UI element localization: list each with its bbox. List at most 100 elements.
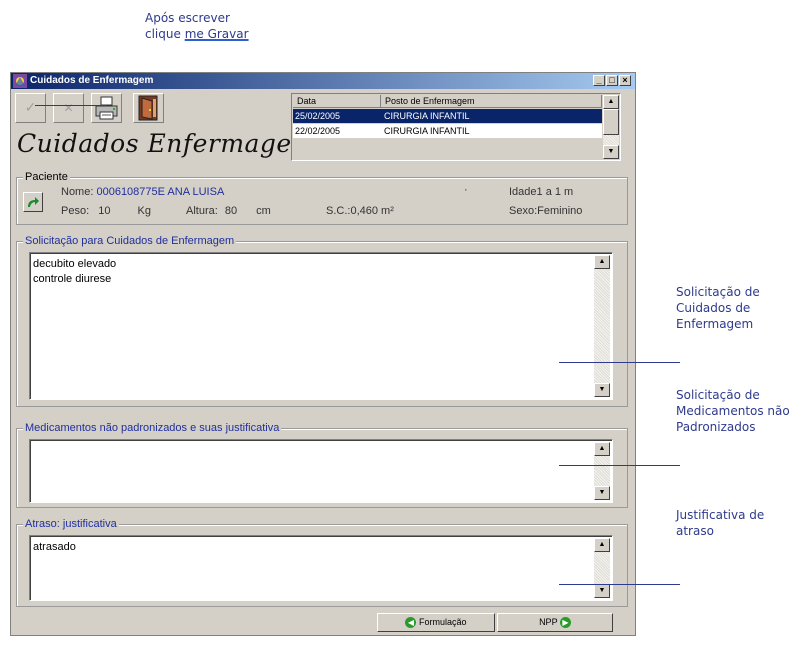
row-post: CIRURGIA INFANTIL [384, 111, 470, 121]
patient-height: Altura: 80 cm [186, 205, 271, 217]
annotation-delay-line: Justificativa de [676, 508, 765, 522]
weight-unit: Kg [137, 205, 151, 217]
annotation-care-line: Cuidados de [676, 301, 751, 315]
annotation-meds-line: Padronizados [676, 420, 756, 434]
delay-group: Atraso: justificativa atrasado ▲ ▼ [16, 517, 628, 607]
annotation-meds-line: Medicamentos não [676, 404, 790, 418]
delay-scrollbar[interactable]: ▲ ▼ [594, 538, 610, 598]
patient-sex: Sexo:Feminino [509, 205, 582, 217]
annotation-line-delay [559, 584, 680, 585]
scroll-up-arrow-icon[interactable]: ▲ [594, 442, 610, 456]
npp-button[interactable]: NPP ▶ [497, 613, 613, 632]
scroll-up-arrow-icon[interactable]: ▲ [594, 255, 610, 269]
table-row[interactable]: 25/02/2005 CIRURGIA INFANTIL [293, 109, 602, 123]
history-grid[interactable]: Data Posto de Enfermagem 25/02/2005 CIRU… [291, 93, 621, 161]
print-button[interactable] [91, 93, 122, 123]
patient-age: Idade1 a 1 m [509, 186, 573, 198]
delay-legend: Atraso: justificativa [23, 517, 119, 531]
meds-group: Medicamentos não padronizados e suas jus… [16, 421, 628, 508]
care-request-legend: Solicitação para Cuidados de Enfermagem [23, 234, 237, 248]
check-icon: ✓ [24, 100, 37, 116]
column-header-post[interactable]: Posto de Enfermagem [381, 95, 602, 108]
patient-weight: Peso: 10 Kg [61, 205, 151, 217]
patient-select-button[interactable] [23, 192, 43, 212]
sex-value: Feminino [537, 205, 583, 217]
weight-value: 10 [98, 205, 111, 217]
scroll-thumb[interactable] [603, 109, 619, 135]
arrow-left-icon: ◀ [405, 617, 417, 629]
annotation-delay-line: atraso [676, 524, 714, 538]
annotation-meds-line: Solicitação de [676, 388, 760, 402]
meds-textarea[interactable]: ▲ ▼ [29, 439, 613, 503]
annotation-care: Solicitação de Cuidados de Enfermagem [676, 284, 760, 332]
scroll-down-arrow-icon[interactable]: ▼ [594, 584, 610, 598]
delay-text: atrasado [33, 541, 76, 553]
weight-label: Peso: [61, 205, 90, 217]
table-row[interactable]: 22/02/2005 CIRURGIA INFANTIL [293, 124, 602, 138]
green-arrow-icon [28, 197, 39, 207]
arrow-right-icon: ▶ [559, 617, 571, 629]
row-date: 25/02/2005 [295, 111, 341, 121]
cancel-button[interactable]: ✕ [53, 93, 84, 123]
cancel-icon: ✕ [63, 101, 74, 115]
annotation-top-line2: clique me Gravar [145, 27, 249, 41]
row-post: CIRURGIA INFANTIL [384, 126, 470, 136]
history-scrollbar[interactable]: ▲ ▼ [603, 95, 619, 159]
npp-label: NPP [539, 617, 558, 627]
row-date: 22/02/2005 [295, 126, 341, 136]
care-request-textarea[interactable]: decubito elevado controle diurese ▲ ▼ [29, 252, 613, 400]
app-window: Cuidados de Enfermagem _ □ × ✓ ✕ Cuidado… [10, 72, 636, 636]
meds-scrollbar[interactable]: ▲ ▼ [594, 442, 610, 500]
annotation-top-line1: Após escrever [145, 11, 230, 25]
page-title: Cuidados Enfermagem [17, 129, 316, 158]
confirm-button[interactable]: ✓ [15, 93, 46, 123]
scroll-down-arrow-icon[interactable]: ▼ [594, 486, 610, 500]
sc-value: 0,460 m² [350, 205, 394, 217]
annotation-top: Após escrever clique me Gravar [145, 10, 249, 42]
care-scrollbar[interactable]: ▲ ▼ [594, 255, 610, 397]
annotation-meds: Solicitação de Medicamentos não Padroniz… [676, 387, 790, 435]
care-line: controle diurese [33, 273, 112, 285]
sex-label: Sexo: [509, 205, 538, 217]
annotation-gravar-link: me Gravar [184, 27, 249, 41]
close-button[interactable]: × [619, 75, 631, 86]
scroll-up-arrow-icon[interactable]: ▲ [594, 538, 610, 552]
scroll-up-arrow-icon[interactable]: ▲ [603, 95, 619, 109]
patient-group: Paciente Nome: 0006108775E ANA LUISA · I… [16, 170, 628, 225]
name-label: Nome: [61, 186, 94, 198]
printer-icon [95, 96, 118, 120]
meds-legend: Medicamentos não padronizados e suas jus… [23, 421, 282, 435]
exit-button[interactable] [133, 93, 164, 123]
height-value: 80 [224, 205, 238, 217]
title-bar: Cuidados de Enfermagem _ □ × [11, 73, 635, 89]
age-label: Idade [509, 186, 537, 198]
name-value: 0006108775E ANA LUISA [96, 186, 225, 198]
column-header-date[interactable]: Data [293, 95, 381, 108]
patient-legend: Paciente [23, 170, 70, 184]
annotation-pointer-line [35, 105, 107, 106]
window-title: Cuidados de Enfermagem [30, 75, 154, 86]
dot-mark: · [464, 184, 468, 196]
annotation-delay: Justificativa de atraso [676, 507, 764, 539]
exit-door-icon [138, 95, 158, 121]
annotation-care-line: Solicitação de [676, 285, 760, 299]
care-request-group: Solicitação para Cuidados de Enfermagem … [16, 234, 628, 407]
height-unit: cm [256, 205, 271, 217]
annotation-line-care [559, 362, 680, 363]
scroll-down-arrow-icon[interactable]: ▼ [603, 145, 619, 159]
height-label: Altura: [186, 205, 218, 217]
patient-name: Nome: 0006108775E ANA LUISA [61, 186, 224, 198]
patient-sc: S.C.:0,460 m² [326, 205, 394, 217]
maximize-button[interactable]: □ [606, 75, 618, 86]
scroll-down-arrow-icon[interactable]: ▼ [594, 383, 610, 397]
care-line: decubito elevado [33, 258, 117, 270]
formulacao-label: Formulação [418, 617, 467, 627]
delay-textarea[interactable]: atrasado ▲ ▼ [29, 535, 613, 601]
annotation-line-meds [559, 465, 680, 466]
app-icon [13, 74, 27, 88]
annotation-care-line: Enfermagem [676, 317, 754, 331]
formulacao-button[interactable]: ◀ Formulação [377, 613, 495, 632]
sc-label: S.C.: [326, 205, 351, 217]
age-value: 1 a 1 m [536, 186, 574, 198]
minimize-button[interactable]: _ [593, 75, 605, 86]
